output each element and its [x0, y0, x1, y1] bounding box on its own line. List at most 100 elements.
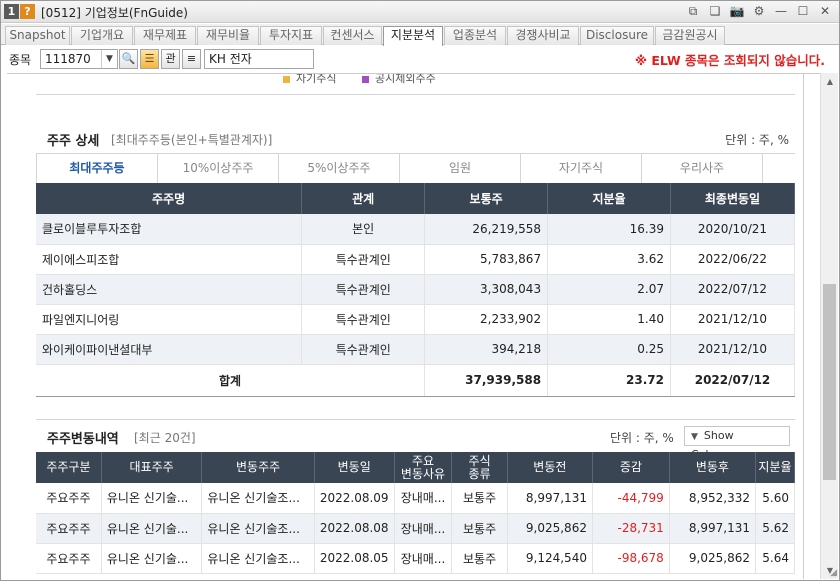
cell-holder-type: 주요주주 — [36, 513, 102, 544]
col-header-holder-type[interactable]: 주주구분 — [36, 452, 102, 483]
col-header-change-date[interactable]: 변동일 — [314, 452, 395, 483]
cell-shares: 2,233,902 — [424, 304, 549, 335]
table-row: 제이에스피조합 특수관계인 5,783,867 3.62 2022/06/22 — [36, 244, 795, 275]
col-header-share-type[interactable]: 주식 종류 — [451, 452, 508, 483]
tab-industry-analysis[interactable]: 업종분석 — [444, 26, 506, 45]
col-header-ratio[interactable]: 지분율 — [755, 452, 796, 483]
cell-holder: 건하홀딩스 — [36, 274, 303, 305]
cell-changed-holder: 유니온 신기술조... — [201, 543, 315, 574]
col-header-holder[interactable]: 주주명 — [36, 183, 303, 214]
cell-change-date: 2022.08.09 — [314, 483, 395, 514]
total-row: 합계 37,939,588 23.72 2022/07/12 — [36, 363, 795, 397]
cell-after: 8,952,332 — [669, 483, 756, 514]
cell-share-type: 보통주 — [451, 543, 508, 574]
copy-window-icon[interactable]: ❏ — [707, 3, 723, 19]
cell-representative: 유니온 신기술... — [101, 513, 203, 544]
subtab-5pct-holders[interactable]: 5%이상주주 — [279, 154, 400, 184]
screenshot-icon[interactable]: 📷 — [729, 3, 745, 19]
cell-date: 2021/12/10 — [670, 334, 795, 365]
tab-ownership-analysis[interactable]: 지분분석 — [383, 26, 443, 46]
cell-holder: 클로이블루투자조합 — [36, 214, 303, 245]
col-header-stake[interactable]: 지분율 — [547, 183, 671, 214]
tab-disclosure[interactable]: Disclosure — [580, 26, 654, 45]
cell-after: 9,025,862 — [669, 543, 756, 574]
cell-share-type: 보통주 — [451, 483, 508, 514]
cell-stake: 16.39 — [547, 214, 671, 245]
subtab-employee-stock[interactable]: 우리사주 — [642, 154, 763, 184]
col-header-representative[interactable]: 대표주주 — [101, 452, 203, 483]
stack-icon[interactable]: ≡ — [182, 49, 201, 69]
cell-stake: 1.40 — [547, 304, 671, 335]
changes-unit-label: 단위 : 주, % — [610, 431, 674, 445]
tab-peer-comparison[interactable]: 경쟁사비교 — [507, 26, 579, 45]
show-columns-dropdown[interactable]: ▼Show Columns — [684, 426, 790, 461]
legend-label-treasury: 자기주식 — [296, 73, 337, 85]
subtab-largest-holder[interactable]: 최대주주등 — [37, 154, 158, 184]
col-header-reason[interactable]: 주요 변동사유 — [394, 452, 453, 483]
stock-code-input[interactable]: 111870 ▼ — [40, 49, 118, 69]
stock-code-value: 111870 — [45, 52, 91, 66]
holders-unit-label: 단위 : 주, % — [725, 133, 789, 147]
col-header-before[interactable]: 변동전 — [507, 452, 593, 483]
subtab-treasury-stock[interactable]: 자기주식 — [521, 154, 642, 184]
tab-consensus[interactable]: 컨센서스 — [323, 26, 382, 45]
content-inner: 자기주식 공시제외주주 주주 상세 [최대주주등(본인+특별관계자)] 단위 :… — [7, 74, 804, 579]
legend-swatch-treasury — [283, 75, 290, 83]
main-tabs: Snapshot 기업개요 재무제표 재무비율 투자지표 컨센서스 지분분석 업… — [1, 24, 839, 46]
cell-before: 8,997,131 — [507, 483, 593, 514]
vertical-scrollbar[interactable]: ▲ ▼ — [820, 73, 838, 579]
settings-icon[interactable]: ⚙ — [751, 3, 767, 19]
search-row: 종목 111870 ▼ 🔍 ☰ 관 ≡ KH 전자 ※ ELW 종목은 조회되지… — [1, 46, 839, 71]
total-stake: 23.72 — [547, 363, 671, 397]
cell-stake: 2.07 — [547, 274, 671, 305]
col-header-relation[interactable]: 관계 — [301, 183, 426, 214]
tab-company-overview[interactable]: 기업개요 — [71, 26, 133, 45]
cell-delta: -98,678 — [592, 543, 670, 574]
tab-fss-disclosure[interactable]: 금감원공시 — [655, 26, 725, 45]
search-icon[interactable]: 🔍 — [119, 49, 138, 69]
col-header-common-shares[interactable]: 보통주 — [424, 183, 549, 214]
cell-delta: -44,799 — [592, 483, 670, 514]
cell-date: 2021/12/10 — [670, 304, 795, 335]
cell-ratio: 5.64 — [755, 543, 796, 574]
window-controls: ⧉ ❏ 📷 ⚙ — ☐ ✕ — [685, 3, 833, 19]
cell-shares: 5,783,867 — [424, 244, 549, 275]
window-number-badge: 1 — [4, 4, 19, 19]
cell-reason: 장내매... — [394, 483, 453, 514]
link-window-icon[interactable]: ⧉ — [685, 3, 701, 19]
table-row: 파일엔지니어링 특수관계인 2,233,902 1.40 2021/12/10 — [36, 304, 795, 335]
cell-shares: 26,219,558 — [424, 214, 549, 245]
favorites-icon[interactable]: ☰ — [140, 49, 159, 69]
tab-investment-indicators[interactable]: 투자지표 — [260, 26, 322, 45]
holders-section-subtitle: [최대주주등(본인+특별관계자)] — [111, 133, 273, 147]
col-header-last-change[interactable]: 최종변동일 — [670, 183, 795, 214]
cell-holder: 제이에스피조합 — [36, 244, 303, 275]
tab-financial-ratios[interactable]: 재무비율 — [197, 26, 259, 45]
scrollbar-thumb[interactable] — [823, 284, 836, 480]
related-button[interactable]: 관 — [161, 49, 180, 69]
table-row: 클로이블루투자조합 본인 26,219,558 16.39 2020/10/21 — [36, 214, 795, 245]
subtab-10pct-holders[interactable]: 10%이상주주 — [158, 154, 279, 184]
cell-change-date: 2022.08.05 — [314, 543, 395, 574]
scroll-up-icon[interactable]: ▲ — [821, 73, 839, 90]
content-frame: 자기주식 공시제외주주 주주 상세 [최대주주등(본인+특별관계자)] 단위 :… — [7, 73, 820, 579]
cell-delta: -28,731 — [592, 513, 670, 544]
app-window: 1 ? [0512] 기업정보(FnGuide) ⧉ ❏ 📷 ⚙ — ☐ ✕ S… — [0, 0, 840, 581]
maximize-icon[interactable]: ☐ — [795, 3, 811, 19]
chevron-down-icon[interactable]: ▼ — [101, 50, 117, 68]
col-header-delta[interactable]: 증감 — [592, 452, 670, 483]
help-icon[interactable]: ? — [20, 4, 35, 19]
stock-name-field[interactable]: KH 전자 — [204, 49, 314, 69]
resize-grip-icon[interactable]: ◢ — [830, 568, 837, 578]
cell-holder-type: 주요주주 — [36, 543, 102, 574]
tab-snapshot[interactable]: Snapshot — [5, 26, 70, 45]
col-header-after[interactable]: 변동후 — [669, 452, 756, 483]
total-date: 2022/07/12 — [670, 363, 795, 397]
tab-financial-statements[interactable]: 재무제표 — [134, 26, 196, 45]
reason-line1: 주요 — [411, 453, 435, 468]
close-icon[interactable]: ✕ — [817, 3, 833, 19]
minimize-icon[interactable]: — — [773, 3, 789, 19]
cell-ratio: 5.62 — [755, 513, 796, 544]
col-header-changed-holder[interactable]: 변동주주 — [201, 452, 315, 483]
subtab-executives[interactable]: 임원 — [400, 154, 521, 184]
